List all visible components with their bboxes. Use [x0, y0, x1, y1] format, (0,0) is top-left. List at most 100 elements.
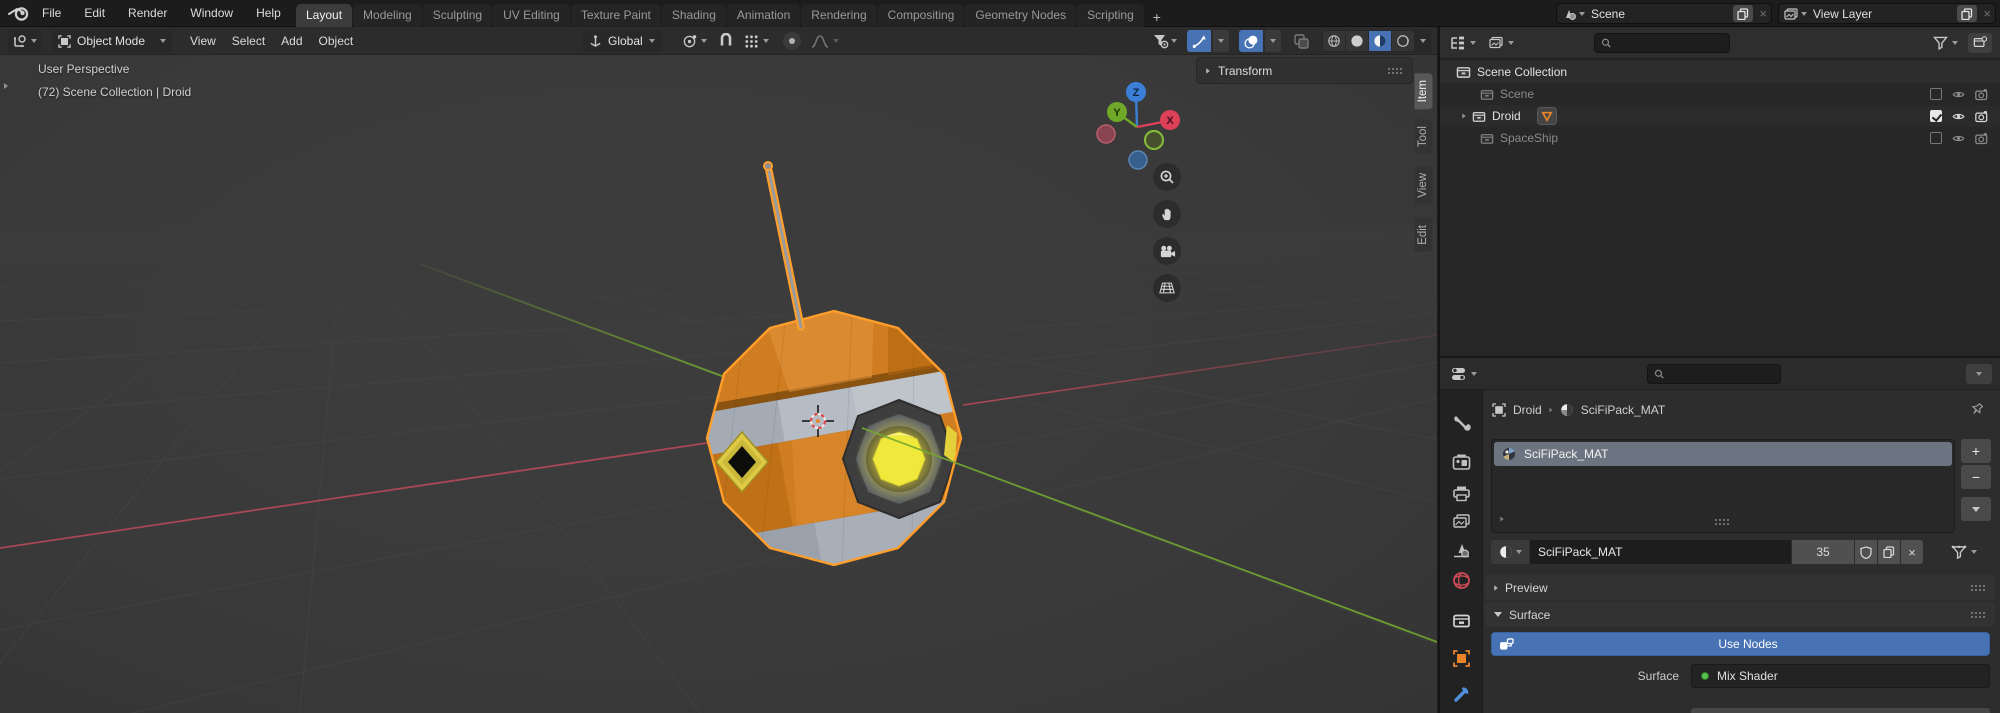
orientation-dropdown[interactable]: Global	[582, 30, 662, 52]
filter-chevron-icon[interactable]	[1952, 41, 1958, 45]
surface-collapse-icon[interactable]	[1494, 612, 1502, 617]
gizmo-neg-y-handle[interactable]	[1145, 131, 1163, 149]
tab-collection[interactable]	[1452, 612, 1471, 629]
view-layer-name[interactable]: View Layer	[1813, 7, 1957, 21]
fake-user-shield-button[interactable]	[1855, 540, 1877, 564]
display-mode-chevron-icon[interactable]	[1508, 41, 1514, 45]
toggle-perspective-button[interactable]	[1153, 274, 1181, 302]
outliner-row-spaceship[interactable]: SpaceShip	[1440, 127, 2000, 149]
toolbar-expand-icon[interactable]	[4, 83, 8, 89]
outliner-editor-icon[interactable]	[1450, 35, 1466, 51]
outliner-search-input[interactable]	[1616, 35, 1723, 51]
pin-icon[interactable]	[1970, 402, 1984, 416]
browse-material-button[interactable]	[1491, 540, 1529, 564]
expand-collection-icon[interactable]	[1462, 113, 1465, 118]
preview-expand-icon[interactable]	[1494, 585, 1498, 590]
sidebar-tab-tool[interactable]: Tool	[1415, 119, 1433, 154]
collection-name[interactable]: Scene Collection	[1477, 65, 1567, 79]
menu-file[interactable]: File	[34, 6, 69, 20]
outliner-row-scene-collection[interactable]: Scene Collection	[1440, 61, 2000, 83]
snap-magnet-icon[interactable]	[718, 33, 734, 49]
proportional-editing-icon[interactable]	[783, 32, 801, 50]
remove-material-slot-button[interactable]: −	[1961, 465, 1991, 489]
sidebar-tab-item[interactable]: Item	[1415, 73, 1433, 109]
tab-output[interactable]	[1452, 485, 1471, 502]
use-nodes-button[interactable]: Use Nodes	[1491, 632, 1990, 656]
unlink-scene-button[interactable]: ×	[1759, 6, 1767, 21]
new-scene-button[interactable]	[1733, 5, 1753, 22]
gizmo-chevron-button[interactable]	[1213, 30, 1229, 52]
add-workspace-button[interactable]: +	[1145, 7, 1169, 27]
pivot-dropdown[interactable]	[678, 30, 711, 52]
material-users-button[interactable]: 35	[1792, 540, 1854, 564]
panel-drag-handle[interactable]	[1970, 584, 1986, 591]
menu-help[interactable]: Help	[248, 6, 289, 20]
transform-panel-header[interactable]: Transform	[1196, 57, 1413, 84]
disable-render-camera-icon[interactable]	[1975, 110, 1990, 123]
editor-type-button[interactable]	[8, 30, 41, 52]
new-collection-button[interactable]	[1968, 33, 1992, 53]
scene-name[interactable]: Scene	[1591, 7, 1733, 21]
hide-eye-icon[interactable]	[1951, 88, 1966, 101]
remove-view-layer-button[interactable]: ×	[1983, 6, 1991, 21]
tab-render[interactable]	[1452, 454, 1471, 471]
slot-list-resize-handle[interactable]	[1714, 518, 1730, 525]
workspace-tab-modeling[interactable]: Modeling	[353, 4, 422, 27]
menu-edit[interactable]: Edit	[76, 6, 113, 20]
new-view-layer-button[interactable]	[1957, 5, 1977, 22]
surface-shader-dropdown[interactable]: Mix Shader	[1691, 664, 1990, 688]
falloff-curve-icon[interactable]	[811, 34, 829, 49]
workspace-tab-scripting[interactable]: Scripting	[1077, 4, 1144, 27]
viewport-menu-view[interactable]: View	[182, 34, 224, 48]
breadcrumb-material[interactable]: SciFiPack_MAT	[1581, 403, 1665, 417]
hide-eye-icon[interactable]	[1951, 110, 1966, 123]
material-specials-dropdown[interactable]	[1951, 545, 1977, 559]
workspace-tab-sculpting[interactable]: Sculpting	[423, 4, 492, 27]
hide-eye-icon[interactable]	[1951, 132, 1966, 145]
transform-expand-icon[interactable]	[1206, 68, 1210, 73]
sidebar-tab-edit[interactable]: Edit	[1415, 218, 1433, 252]
preview-panel-header[interactable]: Preview	[1485, 575, 1995, 600]
gizmo-neg-x-handle[interactable]	[1097, 125, 1115, 143]
properties-search[interactable]	[1647, 364, 1781, 384]
properties-options-button[interactable]	[1966, 364, 1992, 384]
workspace-tab-compositing[interactable]: Compositing	[878, 4, 965, 27]
object-visibility-icon[interactable]	[1152, 33, 1169, 50]
shading-material-button[interactable]	[1369, 31, 1391, 51]
sidebar-tab-view[interactable]: View	[1415, 166, 1433, 205]
shading-chevron-button[interactable]	[1415, 31, 1430, 51]
workspace-tab-layout[interactable]: Layout	[296, 4, 352, 27]
next-field-partial[interactable]	[1691, 708, 1990, 713]
show-overlays-toggle[interactable]	[1239, 30, 1263, 52]
view-layer-selector[interactable]: View Layer ×	[1778, 3, 1996, 24]
outliner-row-droid[interactable]: Droid	[1440, 105, 2000, 127]
collection-name[interactable]: Scene	[1500, 87, 1534, 101]
properties-editor-icon[interactable]	[1450, 366, 1467, 382]
shading-rendered-button[interactable]	[1392, 31, 1414, 51]
scene-browse-chevron-icon[interactable]	[1579, 12, 1585, 16]
tab-scene[interactable]	[1452, 541, 1471, 559]
properties-editor-chevron-icon[interactable]	[1471, 372, 1477, 376]
mesh-object-badge[interactable]	[1537, 107, 1557, 125]
menu-render[interactable]: Render	[120, 6, 175, 20]
navigation-gizmo[interactable]: Z Y X	[1086, 67, 1191, 172]
snap-target-icon[interactable]	[744, 34, 759, 49]
scene-selector[interactable]: Scene ×	[1556, 3, 1772, 24]
outliner-search[interactable]	[1594, 33, 1730, 53]
viewport-menu-add[interactable]: Add	[273, 34, 310, 48]
breadcrumb-object[interactable]: Droid	[1513, 403, 1542, 417]
outliner-editor-chevron-icon[interactable]	[1470, 41, 1476, 45]
display-mode-icon[interactable]	[1488, 35, 1504, 50]
unlink-material-button[interactable]: ×	[1901, 540, 1923, 564]
tab-object[interactable]	[1452, 649, 1471, 668]
zoom-tool-button[interactable]	[1153, 163, 1181, 191]
tab-view-layer[interactable]	[1452, 513, 1471, 530]
shading-solid-button[interactable]	[1346, 31, 1368, 51]
collection-name[interactable]: Droid	[1492, 109, 1521, 123]
overlays-chevron-button[interactable]	[1265, 30, 1281, 52]
workspace-tab-rendering[interactable]: Rendering	[801, 4, 876, 27]
exclude-checkbox[interactable]	[1930, 132, 1942, 144]
panel-drag-handle[interactable]	[1970, 611, 1986, 618]
pan-tool-button[interactable]	[1153, 200, 1181, 228]
exclude-checkbox[interactable]	[1930, 110, 1942, 122]
